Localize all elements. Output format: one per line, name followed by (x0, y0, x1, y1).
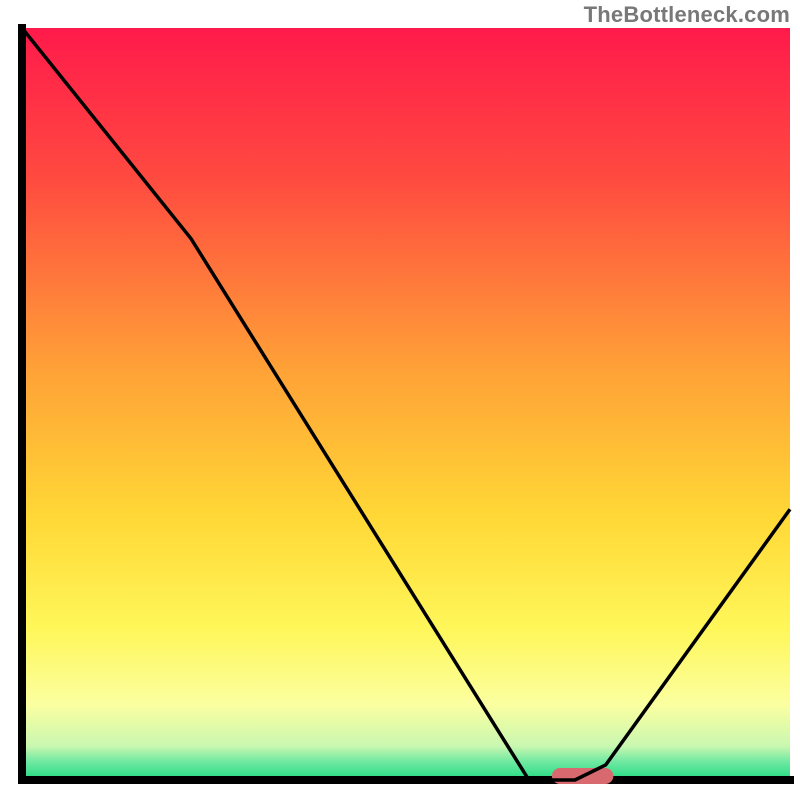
chart-frame: TheBottleneck.com (0, 0, 800, 800)
bottleneck-chart (0, 0, 800, 800)
